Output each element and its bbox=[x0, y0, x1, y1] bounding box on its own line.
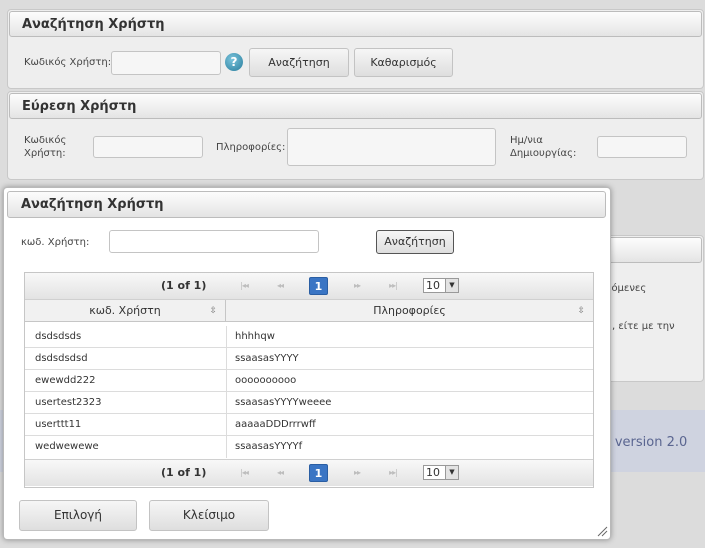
table-row[interactable]: dsdsdsdsd ssaasasYYYY bbox=[25, 348, 593, 370]
find-panel: Εύρεση Χρήστη Κωδικός Χρήστη: Πληροφορίε… bbox=[7, 91, 704, 180]
row-code: dsdsdsds bbox=[35, 331, 82, 342]
dialog-title-bar[interactable]: Αναζήτηση Χρήστη bbox=[7, 191, 606, 218]
cell-divider bbox=[226, 370, 227, 391]
column-header-code[interactable]: κωδ. Χρήστη ⇳ bbox=[25, 300, 226, 322]
bottom-paginator: (1 of 1) |◂◂ ◂◂ 1 ▸▸ ▸▸| 10 ▼ bbox=[25, 459, 593, 486]
resize-handle-icon[interactable] bbox=[596, 525, 608, 537]
clear-button[interactable]: Καθαρισμός bbox=[354, 48, 453, 77]
column-header-info[interactable]: Πληροφορίες ⇳ bbox=[226, 300, 593, 322]
find-code-label: Κωδικός Χρήστη: bbox=[24, 134, 66, 160]
next-page-icon[interactable]: ▸▸ bbox=[343, 277, 371, 295]
results-text-2: , είτε με την bbox=[612, 321, 675, 332]
page-1-button[interactable]: 1 bbox=[309, 277, 328, 295]
chevron-down-icon: ▼ bbox=[445, 279, 458, 292]
dialog-code-label: κωδ. Χρήστη: bbox=[21, 237, 90, 248]
cell-divider bbox=[226, 392, 227, 413]
find-code-label-line1: Κωδικός bbox=[24, 135, 67, 146]
page-info: (1 of 1) bbox=[161, 466, 207, 479]
page-info: (1 of 1) bbox=[161, 279, 207, 292]
first-page-icon[interactable]: |◂◂ bbox=[230, 277, 258, 295]
cell-divider bbox=[226, 436, 227, 458]
sort-icon: ⇳ bbox=[209, 306, 217, 316]
creation-date-input[interactable] bbox=[597, 136, 687, 158]
rows-per-page-value: 10 bbox=[426, 279, 440, 292]
dialog-code-input[interactable] bbox=[109, 230, 319, 253]
next-page-icon[interactable]: ▸▸ bbox=[343, 464, 371, 482]
info-input[interactable] bbox=[287, 128, 496, 166]
prev-page-icon[interactable]: ◂◂ bbox=[266, 277, 294, 295]
cell-divider bbox=[226, 414, 227, 435]
cell-divider bbox=[226, 326, 227, 347]
row-code: wedwewewe bbox=[35, 441, 99, 452]
creation-date-label-line1: Ημ/νια bbox=[510, 135, 543, 146]
find-code-input[interactable] bbox=[93, 136, 203, 158]
first-page-icon[interactable]: |◂◂ bbox=[230, 464, 258, 482]
last-page-icon[interactable]: ▸▸| bbox=[379, 464, 407, 482]
table-row[interactable]: usertest2323 ssaasasYYYYweeee bbox=[25, 392, 593, 414]
table-row[interactable]: wedwewewe ssaasasYYYYf bbox=[25, 436, 593, 458]
search-button[interactable]: Αναζήτηση bbox=[249, 48, 349, 77]
dialog-title: Αναζήτηση Χρήστη bbox=[21, 197, 164, 212]
results-text-1: ζόμενες bbox=[606, 283, 647, 294]
users-table: (1 of 1) |◂◂ ◂◂ 1 ▸▸ ▸▸| 10 ▼ κωδ. Χρήστ… bbox=[24, 272, 594, 488]
table-row[interactable]: userttt11 aaaaaDDDrrrwff bbox=[25, 414, 593, 436]
rows-per-page-select[interactable]: 10 ▼ bbox=[423, 278, 459, 293]
row-code: dsdsdsdsd bbox=[35, 353, 88, 364]
creation-date-label: Ημ/νια Δημιουργίας: bbox=[510, 134, 576, 160]
row-code: usertest2323 bbox=[35, 397, 102, 408]
select-button[interactable]: Επιλογή bbox=[19, 500, 137, 531]
rows-per-page-value: 10 bbox=[426, 466, 440, 479]
info-label: Πληροφορίες: bbox=[216, 142, 286, 153]
version-text: - version 2.0 bbox=[606, 435, 688, 450]
rows-per-page-select[interactable]: 10 ▼ bbox=[423, 465, 459, 480]
cell-divider bbox=[226, 348, 227, 369]
user-code-input[interactable] bbox=[111, 51, 221, 75]
row-info: oooooooooo bbox=[235, 375, 297, 386]
table-row[interactable]: ewewdd222 oooooooooo bbox=[25, 370, 593, 392]
close-button[interactable]: Κλείσιμο bbox=[149, 500, 269, 531]
prev-page-icon[interactable]: ◂◂ bbox=[266, 464, 294, 482]
row-info: ssaasasYYYYweeee bbox=[235, 397, 332, 408]
search-user-dialog: Αναζήτηση Χρήστη κωδ. Χρήστη: Αναζήτηση … bbox=[3, 187, 611, 540]
row-info: ssaasasYYYY bbox=[235, 353, 299, 364]
help-icon[interactable]: ? bbox=[225, 53, 243, 71]
creation-date-label-line2: Δημιουργίας: bbox=[510, 148, 577, 159]
chevron-down-icon: ▼ bbox=[445, 466, 458, 479]
row-info: aaaaaDDDrrrwff bbox=[235, 419, 316, 430]
table-row[interactable]: dsdsdsds hhhhqw bbox=[25, 326, 593, 348]
column-header-info-label: Πληροφορίες bbox=[373, 304, 446, 317]
page-1-button[interactable]: 1 bbox=[309, 464, 328, 482]
search-panel-title: Αναζήτηση Χρήστη bbox=[9, 11, 702, 37]
search-panel: Αναζήτηση Χρήστη Κωδικός Χρήστη: ? Αναζή… bbox=[7, 9, 704, 89]
row-code: userttt11 bbox=[35, 419, 82, 430]
last-page-icon[interactable]: ▸▸| bbox=[379, 277, 407, 295]
user-code-label: Κωδικός Χρήστη: bbox=[24, 57, 112, 68]
top-paginator: (1 of 1) |◂◂ ◂◂ 1 ▸▸ ▸▸| 10 ▼ bbox=[25, 273, 593, 300]
find-code-label-line2: Χρήστη: bbox=[24, 148, 66, 159]
find-panel-title: Εύρεση Χρήστη bbox=[9, 93, 702, 119]
row-info: hhhhqw bbox=[235, 331, 275, 342]
row-info: ssaasasYYYYf bbox=[235, 441, 303, 452]
dialog-search-button[interactable]: Αναζήτηση bbox=[376, 230, 454, 254]
sort-icon: ⇳ bbox=[577, 306, 585, 316]
column-header-code-label: κωδ. Χρήστη bbox=[89, 304, 161, 317]
row-code: ewewdd222 bbox=[35, 375, 96, 386]
